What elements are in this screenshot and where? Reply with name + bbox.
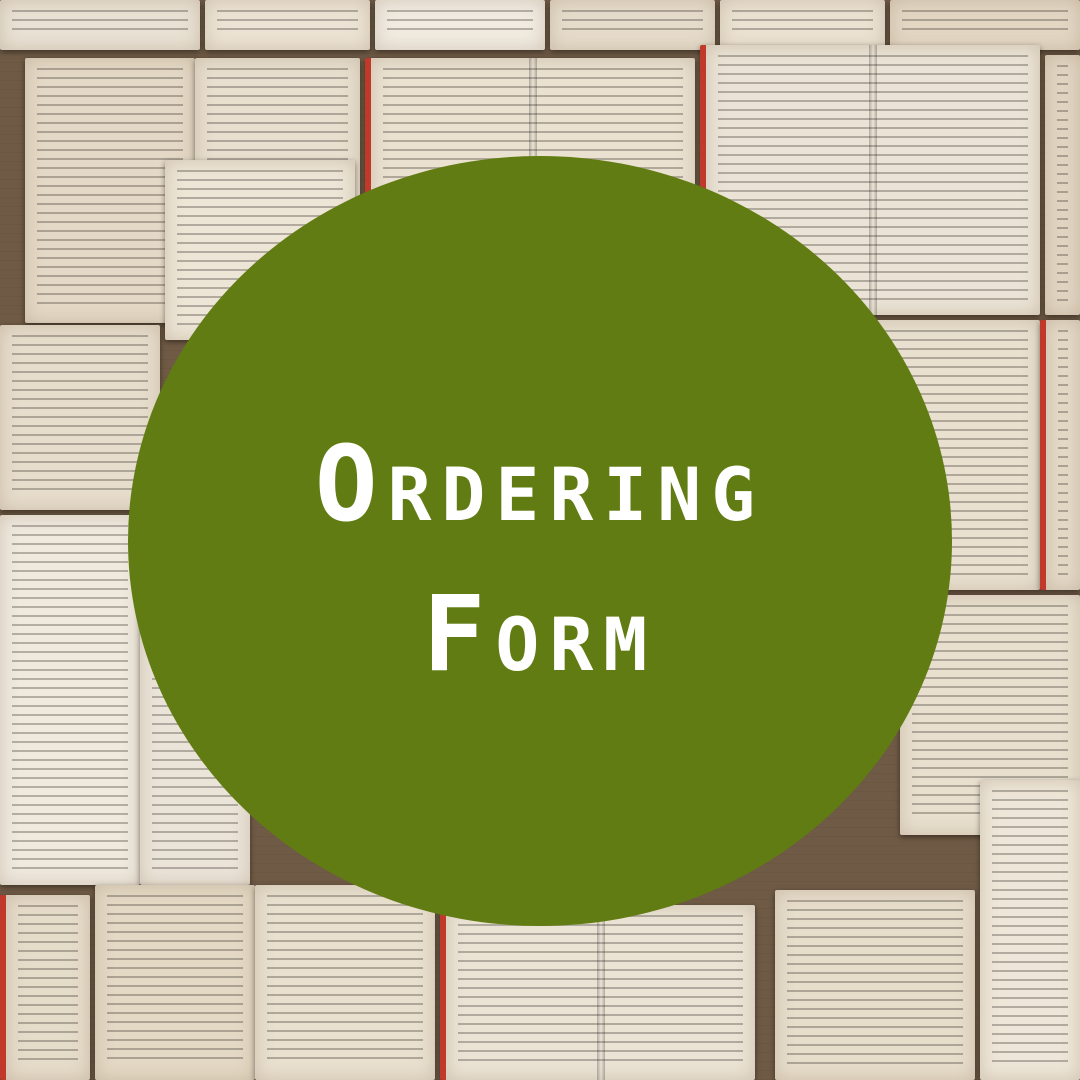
book-page (1045, 55, 1080, 315)
book-page (550, 0, 715, 50)
book-page (0, 515, 140, 885)
book-page (440, 905, 755, 1080)
title-line-2: Form (422, 573, 658, 695)
book-page (890, 0, 1080, 50)
book-page (375, 0, 545, 50)
book-page (0, 895, 90, 1080)
book-page (775, 890, 975, 1080)
book-page (720, 0, 885, 50)
book-page (95, 885, 255, 1080)
book-page (980, 780, 1080, 1080)
book-page (0, 0, 200, 50)
title-line-1: Ordering (314, 423, 766, 545)
book-page (205, 0, 370, 50)
book-page (1040, 320, 1080, 590)
book-page (255, 885, 435, 1080)
